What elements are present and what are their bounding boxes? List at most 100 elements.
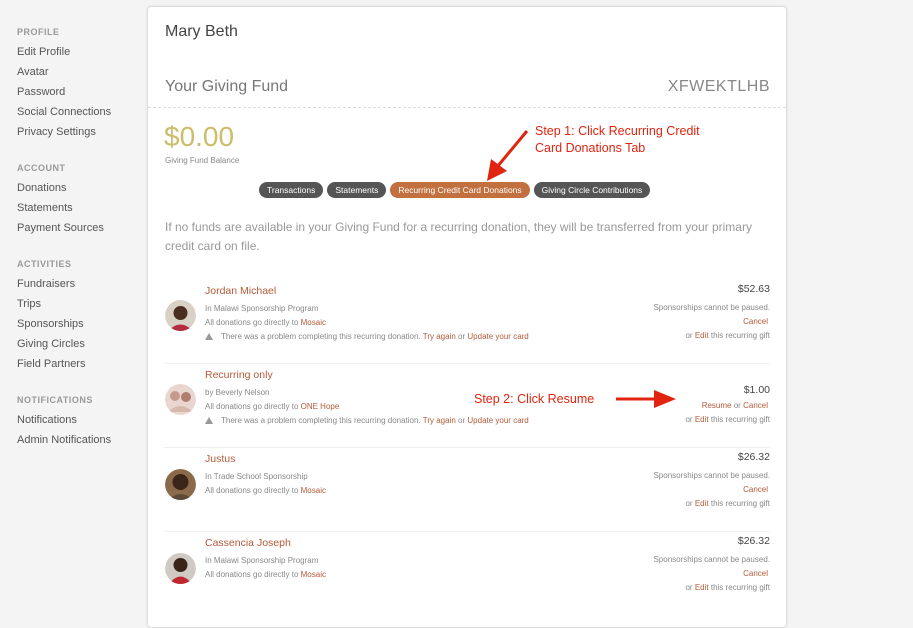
cancel-link-text[interactable]: Cancel [743,485,768,494]
org-link[interactable]: Mosaic [301,318,326,327]
donation-program: In Malawi Sponsorship Program [205,556,319,565]
donation-name[interactable]: Justus [205,453,235,465]
fund-balance-label: Giving Fund Balance [165,156,240,165]
warning-line: There was a problem completing this recu… [205,332,529,341]
amount-value: $52.63 [737,283,770,295]
direct-text: All donations go directly to [205,318,299,327]
tab-giving-circle-contributions[interactable]: Giving Circle Contributions [533,182,651,198]
sidebar: PROFILE Edit Profile Avatar Password Soc… [0,0,140,607]
step2-arrow-icon [616,390,676,408]
org-link[interactable]: ONE Hope [301,402,340,411]
step1-line2: Card Donations Tab [535,141,646,155]
avatar [165,469,196,500]
sidebar-item-statements[interactable]: Statements [17,202,73,214]
pause-status: Sponsorships cannot be paused. [653,555,770,564]
donation-row-recurring-only: Recurring only by Beverly Nelson All don… [148,364,786,448]
donation-row-cassencia-joseph: Cassencia Joseph In Malawi Sponsorship P… [148,532,786,616]
donation-name[interactable]: Cassencia Joseph [205,537,291,549]
resume-cancel-line: Resume or Cancel [702,401,768,410]
donation-amount: $52.63 [738,283,770,295]
or-text: or [733,401,741,410]
tab-bar: Transactions Statements Recurring Credit… [259,182,651,198]
step1-annotation: Step 1: Click Recurring Credit Card Dona… [535,123,700,157]
giving-fund-card: Mary Beth Your Giving Fund XFWEKTLHB $0.… [147,6,787,628]
direct-text: All donations go directly to [205,402,299,411]
edit-line: or Edit this recurring gift [685,583,770,592]
edit-link[interactable]: Edit [695,499,709,508]
try-again-link[interactable]: Try again [423,416,456,425]
cancel-link[interactable]: Cancel [743,401,768,410]
edit-link[interactable]: Edit [695,331,709,340]
warning-text: There was a problem completing this recu… [221,416,421,425]
divider [148,107,786,108]
edit-suffix: this recurring gift [710,499,770,508]
donation-amount: $1.00 [744,384,770,396]
sidebar-item-avatar[interactable]: Avatar [17,66,49,78]
tab-transactions[interactable]: Transactions [259,182,324,198]
update-card-link[interactable]: Update your card [467,332,528,341]
resume-link[interactable]: Resume [702,401,732,410]
donation-name[interactable]: Recurring only [205,369,273,381]
edit-suffix: this recurring gift [710,415,770,424]
tab-statements[interactable]: Statements [327,182,387,198]
edit-line: or Edit this recurring gift [685,415,770,424]
try-again-link[interactable]: Try again [423,332,456,341]
edit-prefix: or [685,583,693,592]
warning-line: There was a problem completing this recu… [205,416,529,425]
info-text: If no funds are available in your Giving… [165,220,752,253]
sidebar-item-admin-notifications[interactable]: Admin Notifications [17,434,111,446]
amount-value: $1.00 [743,384,770,396]
donation-program: In Trade School Sponsorship [205,472,308,481]
warning-text: There was a problem completing this recu… [221,332,421,341]
or-text: or [458,332,466,341]
avatar [165,384,196,415]
update-card-link[interactable]: Update your card [467,416,528,425]
sidebar-section-account: ACCOUNT [17,163,66,173]
sidebar-item-social-connections[interactable]: Social Connections [17,106,111,118]
sidebar-section-profile: PROFILE [17,27,60,37]
pause-status: Sponsorships cannot be paused. [653,303,770,312]
donation-direct-line: All donations go directly to ONE Hope [205,402,339,411]
fund-title: Your Giving Fund [165,78,289,95]
org-link[interactable]: Mosaic [301,570,326,579]
user-name: Mary Beth [165,23,238,40]
donation-name[interactable]: Jordan Michael [205,285,276,297]
sidebar-item-field-partners[interactable]: Field Partners [17,358,85,370]
edit-link[interactable]: Edit [695,583,709,592]
edit-line: or Edit this recurring gift [685,331,770,340]
edit-link[interactable]: Edit [695,415,709,424]
sidebar-item-fundraisers[interactable]: Fundraisers [17,278,75,290]
sidebar-item-password[interactable]: Password [17,86,65,98]
sidebar-item-edit-profile[interactable]: Edit Profile [17,46,70,58]
warning-icon [205,333,213,340]
sidebar-item-privacy-settings[interactable]: Privacy Settings [17,126,96,138]
donation-program: by Beverly Nelson [205,388,270,397]
sidebar-item-payment-sources[interactable]: Payment Sources [17,222,104,234]
cancel-link-text[interactable]: Cancel [743,317,768,326]
sidebar-item-sponsorships[interactable]: Sponsorships [17,318,84,330]
edit-prefix: or [685,331,693,340]
cancel-link[interactable]: Cancel [743,317,768,326]
pause-status: Sponsorships cannot be paused. [653,471,770,480]
cancel-link[interactable]: Cancel [743,569,768,578]
sidebar-item-trips[interactable]: Trips [17,298,41,310]
avatar [165,553,196,584]
step2-annotation: Step 2: Click Resume [474,392,595,406]
or-text: or [458,416,466,425]
fund-code: XFWEKTLHB [667,78,770,95]
donation-direct-line: All donations go directly to Mosaic [205,570,326,579]
donation-direct-line: All donations go directly to Mosaic [205,486,326,495]
cancel-link-text[interactable]: Cancel [743,569,768,578]
sidebar-section-notifications: NOTIFICATIONS [17,395,93,405]
sidebar-item-notifications[interactable]: Notifications [17,414,77,426]
fund-balance: $0.00 [164,121,235,152]
donation-direct-line: All donations go directly to Mosaic [205,318,326,327]
direct-text: All donations go directly to [205,570,299,579]
sidebar-item-donations[interactable]: Donations [17,182,67,194]
cancel-link[interactable]: Cancel [743,485,768,494]
donation-amount: $26.32 [738,535,770,547]
step1-arrow-icon [487,130,529,181]
sidebar-item-giving-circles[interactable]: Giving Circles [17,338,85,350]
org-link[interactable]: Mosaic [301,486,326,495]
step1-line1: Step 1: Click Recurring Credit [535,124,700,138]
